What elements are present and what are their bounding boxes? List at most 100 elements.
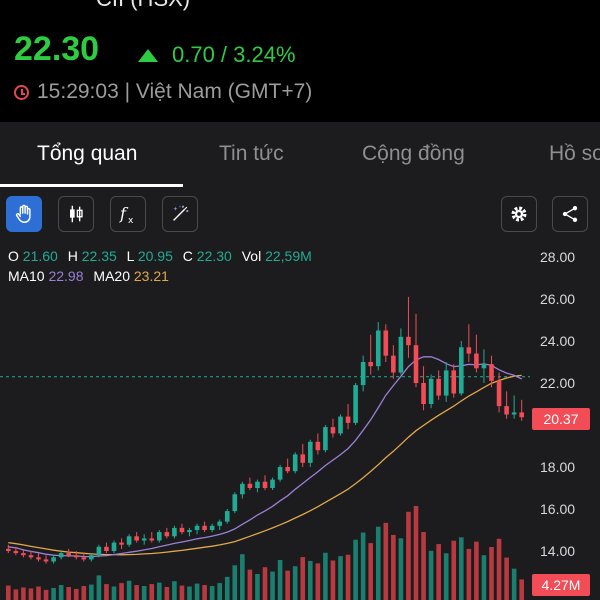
candle-body xyxy=(481,364,487,369)
volume-bar xyxy=(277,559,283,600)
volume-bar xyxy=(315,563,321,600)
volume-bar xyxy=(179,585,185,600)
volume-bar xyxy=(270,571,275,600)
volume-bar xyxy=(285,570,290,600)
candle-body xyxy=(134,536,139,541)
volume-bar xyxy=(345,554,351,600)
candle-body xyxy=(496,380,502,407)
volume-bar xyxy=(66,586,71,600)
volume-bar xyxy=(383,522,389,600)
volume-bar xyxy=(330,560,336,600)
volume-bar xyxy=(202,585,207,600)
quote-time: 15:29:03 | Việt Nam (GMT+7) xyxy=(14,80,312,104)
volume-bar xyxy=(436,544,441,600)
volume-bar xyxy=(194,583,200,600)
candle-body xyxy=(21,553,26,556)
candle-body xyxy=(504,406,509,415)
tab-profile[interactable]: Hồ sơ xyxy=(549,142,600,166)
last-price: 22.30 xyxy=(14,30,100,68)
candle-body xyxy=(308,441,313,463)
volume-bar xyxy=(459,537,464,600)
candle-body xyxy=(338,416,343,434)
volume-bar xyxy=(496,538,502,600)
candle-body xyxy=(511,412,517,415)
volume-bar xyxy=(172,581,177,600)
candle-body xyxy=(209,525,215,530)
volume-bar xyxy=(421,532,426,600)
volume-bar xyxy=(451,540,457,600)
candle-body xyxy=(323,427,328,451)
volume-bar xyxy=(323,552,328,600)
candle-body xyxy=(224,511,230,522)
candle-body xyxy=(247,483,253,488)
candle-body xyxy=(43,559,49,562)
chart-panel: f x O 21.60 H 22.35 L 20.95 C 22.30 Vol … xyxy=(0,188,600,600)
candle-body xyxy=(489,364,494,381)
volume-bar xyxy=(474,541,479,600)
volume-bar xyxy=(292,566,298,600)
candle-body xyxy=(383,330,389,356)
volume-bar xyxy=(481,555,487,600)
candle-body xyxy=(28,555,34,558)
candle-body xyxy=(375,330,381,367)
candle-body xyxy=(157,532,162,541)
candle-body xyxy=(300,454,306,463)
candle-body xyxy=(51,557,56,562)
candle-body xyxy=(36,557,41,560)
volume-bar xyxy=(164,586,170,600)
tab-community[interactable]: Cộng đồng xyxy=(362,142,465,166)
volume-bar xyxy=(504,557,509,600)
candle-body xyxy=(187,530,192,533)
tab-news[interactable]: Tin tức xyxy=(219,142,284,166)
volume-bar xyxy=(43,589,49,600)
volume-bar xyxy=(466,548,472,600)
candle-body xyxy=(285,467,290,472)
volume-bar xyxy=(21,587,26,600)
price-change: 0.70 / 3.24% xyxy=(138,42,296,68)
volume-bar xyxy=(368,543,373,600)
active-tab-indicator xyxy=(0,184,183,187)
volume-bar xyxy=(353,539,358,600)
volume-bar xyxy=(157,582,162,600)
volume-bar xyxy=(209,586,215,600)
volume-bar xyxy=(255,573,260,600)
share-icon xyxy=(562,206,578,222)
candle-body xyxy=(73,555,79,558)
candle-body xyxy=(451,370,457,394)
last-price-tag: 20.37 xyxy=(532,408,590,430)
candle-body xyxy=(172,527,177,537)
share-button[interactable] xyxy=(552,196,588,232)
tab-overview[interactable]: Tổng quan xyxy=(37,142,137,166)
volume-bar xyxy=(300,557,306,600)
candle-body xyxy=(111,542,117,551)
price-chart[interactable] xyxy=(0,188,530,600)
volume-bar xyxy=(443,553,449,600)
candle-body xyxy=(443,370,449,396)
volume-bar xyxy=(28,588,34,600)
candle-body xyxy=(255,481,260,488)
candle-body xyxy=(202,525,207,530)
price-change-value: 0.70 / 3.24% xyxy=(172,42,296,67)
candle-body xyxy=(406,336,411,346)
volume-bar xyxy=(51,587,56,600)
quote-time-text: 15:29:03 | Việt Nam (GMT+7) xyxy=(37,80,313,103)
candle-body xyxy=(519,412,524,418)
volume-bar xyxy=(375,526,381,600)
candle-body xyxy=(360,362,366,386)
candle-body xyxy=(428,378,434,404)
volume-bar xyxy=(519,579,524,600)
volume-bar xyxy=(224,576,230,600)
volume-bar xyxy=(187,586,192,600)
candle-body xyxy=(459,347,464,394)
tab-bar: Tổng quan Tin tức Cộng đồng Hồ sơ xyxy=(0,122,600,188)
volume-bar xyxy=(6,585,11,600)
candle-body xyxy=(232,494,238,512)
candle-body xyxy=(194,525,200,530)
candle-body xyxy=(89,555,94,560)
candle-body xyxy=(58,553,64,558)
candle-body xyxy=(353,385,358,423)
candle-body xyxy=(421,383,426,404)
volume-bar xyxy=(308,560,313,600)
candle-body xyxy=(270,479,275,488)
candle-body xyxy=(436,378,441,396)
